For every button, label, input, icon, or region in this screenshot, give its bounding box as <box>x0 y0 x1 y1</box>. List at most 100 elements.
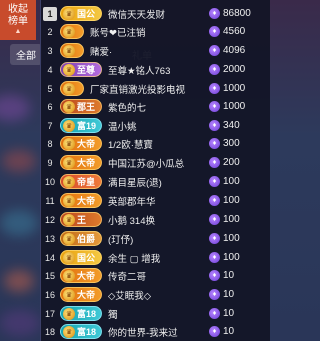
contribution-value: ♦ 1000 <box>209 83 267 94</box>
user-name[interactable]: 账号❤已注销 <box>90 25 209 39</box>
user-name[interactable]: 微信天天发财 <box>108 7 209 21</box>
contribution-value: ♦ 100 <box>209 252 267 263</box>
rank-number: 14 <box>44 252 55 263</box>
rank-number: 6 <box>47 101 53 112</box>
contribution-value: ♦ 100 <box>209 214 267 225</box>
ranking-row[interactable]: 5 ♛ 厂家直销激光投影电视 ♦ 1000 <box>41 79 271 98</box>
contribution-value: ♦ 340 <box>209 120 267 131</box>
value-text: 1000 <box>223 101 246 112</box>
user-name[interactable]: 赌爱· <box>90 44 209 58</box>
value-text: 1000 <box>223 83 246 94</box>
value-text: 300 <box>223 138 240 149</box>
user-rank-badge: ♛ 大帝 <box>60 268 102 283</box>
ranking-row[interactable]: 7 ♛ 富19 温小姚 ♦ 340 <box>41 116 271 135</box>
diamond-coin-icon: ♦ <box>209 101 220 112</box>
user-name[interactable]: 满目星辰(退) <box>108 175 209 189</box>
contribution-value: ♦ 4560 <box>209 26 267 37</box>
collapse-ranking-tab[interactable]: 收起 榜单 ▲ <box>0 0 36 40</box>
badge-label: 富18 <box>77 327 97 337</box>
contribution-value: ♦ 100 <box>209 176 267 187</box>
ranking-row[interactable]: 1 ♛ 国公 微信天天发财 ♦ 86800 <box>41 4 271 23</box>
rank-number: 16 <box>44 289 55 300</box>
user-name[interactable]: 至尊★铭人763 <box>108 63 209 77</box>
user-name[interactable]: 獨 <box>108 307 209 321</box>
ranking-row[interactable]: 6 ♛ 郡王 紫色的七 ♦ 1000 <box>41 97 271 116</box>
ranking-row[interactable]: 16 ♛ 大帝 ◇艾眠我◇ ♦ 10 <box>41 285 271 304</box>
badge-emblem-icon: ♛ <box>63 44 75 57</box>
ranking-label: 榜单 <box>8 16 28 27</box>
value-text: 10 <box>223 308 235 319</box>
value-text: 10 <box>223 270 235 281</box>
contribution-value: ♦ 200 <box>209 157 267 168</box>
user-rank-badge: ♛ 大帝 <box>60 155 102 170</box>
user-name[interactable]: 余生 ▢ 增我 <box>108 251 209 265</box>
rank-number: 11 <box>45 195 55 206</box>
diamond-coin-icon: ♦ <box>209 138 220 149</box>
tab-all[interactable]: 全部 <box>10 43 42 65</box>
value-text: 100 <box>223 195 240 206</box>
rank-number: 4 <box>47 64 53 75</box>
rank-number: 1 <box>43 6 57 21</box>
user-rank-badge: ♛ 至尊 <box>60 62 102 77</box>
diamond-coin-icon: ♦ <box>209 326 220 337</box>
badge-emblem-icon: ♛ <box>63 269 75 282</box>
diamond-coin-icon: ♦ <box>209 45 220 56</box>
user-rank-badge: ♛ <box>60 43 84 58</box>
user-rank-badge: ♛ 王 <box>60 212 102 227</box>
ranking-row[interactable]: 13 ♛ 伯爵 (玎伃) ♦ 100 <box>41 229 271 248</box>
badge-emblem-icon: ♛ <box>63 63 75 76</box>
user-rank-badge: ♛ 帝皇 <box>60 174 102 189</box>
rank-number: 3 <box>47 45 53 56</box>
diamond-coin-icon: ♦ <box>209 252 220 263</box>
ranking-row[interactable]: 17 ♛ 富18 獨 ♦ 10 <box>41 304 271 323</box>
ranking-panel: 1 ♛ 国公 微信天天发财 ♦ 86800 2 ♛ 账号❤已注销 ♦ 4560 3 ♛ 赌爱· ♦ 4096 4… <box>40 0 270 341</box>
badge-label: 郡王 <box>77 102 96 112</box>
user-name[interactable]: 紫色的七 <box>108 100 209 114</box>
badge-label: 帝皇 <box>77 177 96 187</box>
ranking-row[interactable]: 15 ♛ 大帝 传奇二哥 ♦ 10 <box>41 266 271 285</box>
diamond-coin-icon: ♦ <box>209 8 220 19</box>
user-name[interactable]: 厂家直销激光投影电视 <box>90 82 209 96</box>
ranking-row[interactable]: 4 ♛ 至尊 至尊★铭人763 ♦ 2000 <box>41 60 271 79</box>
ranking-row[interactable]: 14 ♛ 国公 余生 ▢ 增我 ♦ 100 <box>41 248 271 267</box>
diamond-coin-icon: ♦ <box>209 289 220 300</box>
user-name[interactable]: 传奇二哥 <box>108 269 209 283</box>
user-name[interactable]: ◇艾眠我◇ <box>108 288 209 302</box>
ranking-row[interactable]: 3 ♛ 赌爱· ♦ 4096 <box>41 41 271 60</box>
user-name[interactable]: 中国江苏@小瓜总 <box>108 156 209 170</box>
ranking-row[interactable]: 12 ♛ 王小鹅 314换 ♦ 100 <box>41 210 271 229</box>
user-rank-badge: ♛ 国公 <box>60 250 102 265</box>
badge-emblem-icon: ♛ <box>63 232 75 245</box>
badge-label: 富19 <box>77 121 97 131</box>
ranking-row[interactable]: 2 ♛ 账号❤已注销 ♦ 4560 <box>41 22 271 41</box>
badge-emblem-icon: ♛ <box>63 213 75 226</box>
rank-number: 2 <box>47 26 53 37</box>
user-rank-badge: ♛ 大帝 <box>60 136 102 151</box>
badge-label: 至尊 <box>77 65 96 75</box>
user-name[interactable]: 英部郡年华 <box>108 194 209 208</box>
badge-label: 大帝 <box>77 158 96 168</box>
ranking-row[interactable]: 18 ♛ 富18 你的世界-我来过 ♦ 10 <box>41 322 271 341</box>
user-name[interactable]: 小鹅 314换 <box>108 213 209 227</box>
rank-number: 13 <box>44 233 55 244</box>
ranking-row[interactable]: 10 ♛ 帝皇 满目星辰(退) ♦ 100 <box>41 172 271 191</box>
diamond-coin-icon: ♦ <box>209 308 220 319</box>
ranking-row[interactable]: 9 ♛ 大帝 中国江苏@小瓜总 ♦ 200 <box>41 153 271 172</box>
user-rank-badge: ♛ 郡王 <box>60 99 102 114</box>
rank-number: 8 <box>47 138 53 149</box>
contribution-value: ♦ 2000 <box>209 64 267 75</box>
ranking-row[interactable]: 8 ♛ 大帝 1/2欧·慧寶 ♦ 300 <box>41 134 271 153</box>
badge-emblem-icon: ♛ <box>63 119 75 132</box>
badge-label: 大帝 <box>77 196 96 206</box>
badge-emblem-icon: ♛ <box>63 100 75 113</box>
user-name[interactable]: 温小姚 <box>108 119 209 133</box>
user-name[interactable]: 你的世界-我来过 <box>108 325 209 339</box>
user-rank-badge: ♛ <box>60 81 84 96</box>
user-rank-badge: ♛ 大帝 <box>60 193 102 208</box>
ranking-row[interactable]: 11 ♛ 大帝 英部郡年华 ♦ 100 <box>41 191 271 210</box>
user-name[interactable]: (玎伃) <box>108 232 209 246</box>
contribution-value: ♦ 86800 <box>209 8 267 19</box>
user-name[interactable]: 1/2欧·慧寶 <box>108 137 209 151</box>
badge-emblem-icon: ♛ <box>63 25 75 38</box>
diamond-coin-icon: ♦ <box>209 120 220 131</box>
